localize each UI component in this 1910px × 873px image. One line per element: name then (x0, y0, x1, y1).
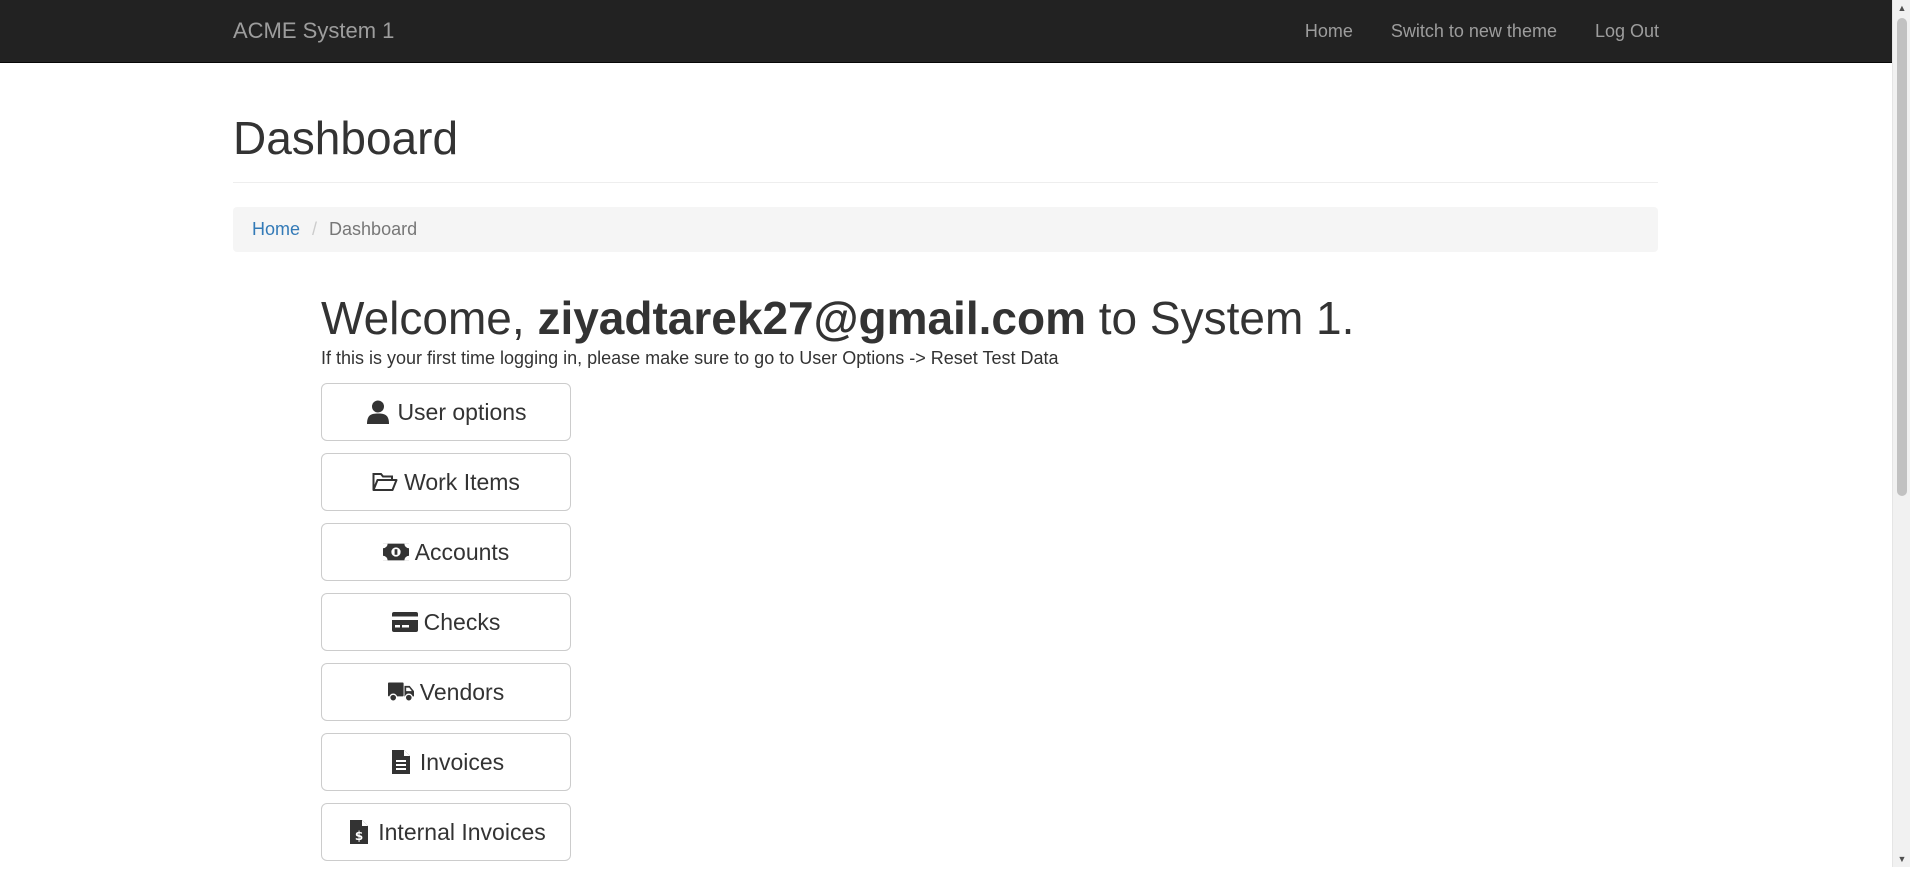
work-items-button[interactable]: Work Items (321, 453, 571, 511)
user-icon (365, 399, 391, 425)
breadcrumb-separator: / (312, 219, 318, 239)
file-invoice-dollar-icon: $ (346, 819, 372, 845)
breadcrumb-home-link[interactable]: Home (252, 219, 300, 240)
vendors-label: Vendors (419, 678, 505, 705)
internal-invoices-label: Internal Invoices (378, 818, 546, 845)
user-options-label: User options (397, 398, 527, 425)
folder-open-icon (372, 469, 398, 495)
welcome-suffix: to System 1. (1085, 292, 1355, 344)
nav-links: Home Switch to new theme Log Out (1267, 0, 1659, 62)
page-scrollbar[interactable]: ▲ ▼ (1892, 0, 1910, 867)
invoices-button[interactable]: Invoices (321, 733, 571, 791)
user-options-button[interactable]: User options (321, 383, 571, 441)
scroll-up-arrow-icon[interactable]: ▲ (1893, 0, 1910, 16)
welcome-section: Welcome, ziyadtarek27@gmail.com to Syste… (321, 290, 1354, 873)
nav-home-link[interactable]: Home (1305, 0, 1353, 62)
truck-icon (387, 679, 414, 705)
accounts-button[interactable]: Accounts (321, 523, 571, 581)
money-bill-icon (382, 539, 409, 565)
page-title: Dashboard (233, 63, 1658, 183)
nav-switch-theme-link[interactable]: Switch to new theme (1391, 0, 1557, 62)
welcome-prefix: Welcome, (321, 292, 538, 344)
checks-label: Checks (423, 608, 501, 635)
welcome-heading: Welcome, ziyadtarek27@gmail.com to Syste… (321, 290, 1354, 346)
checks-button[interactable]: Checks (321, 593, 571, 651)
work-items-label: Work Items (404, 468, 520, 495)
first-login-notice: If this is your first time logging in, p… (321, 348, 1059, 368)
invoices-label: Invoices (419, 748, 505, 775)
main-container: Dashboard Home / Dashboard (233, 63, 1658, 252)
scroll-down-arrow-icon[interactable]: ▼ (1893, 851, 1910, 867)
internal-invoices-button[interactable]: $ Internal Invoices (321, 803, 571, 861)
breadcrumb: Home / Dashboard (233, 207, 1658, 252)
scroll-thumb[interactable] (1897, 18, 1907, 496)
accounts-label: Accounts (414, 538, 510, 565)
brand-link[interactable]: ACME System 1 (233, 18, 394, 44)
svg-text:$: $ (355, 829, 363, 843)
breadcrumb-current: Dashboard (329, 219, 418, 239)
credit-card-icon (391, 609, 418, 635)
file-text-icon (388, 749, 414, 775)
nav-logout-link[interactable]: Log Out (1595, 0, 1659, 62)
vendors-button[interactable]: Vendors (321, 663, 571, 721)
menu-button-list: User options Work Items Accounts Checks (321, 383, 1354, 861)
top-navbar: ACME System 1 Home Switch to new theme L… (0, 0, 1892, 63)
welcome-user-email: ziyadtarek27@gmail.com (537, 292, 1086, 344)
